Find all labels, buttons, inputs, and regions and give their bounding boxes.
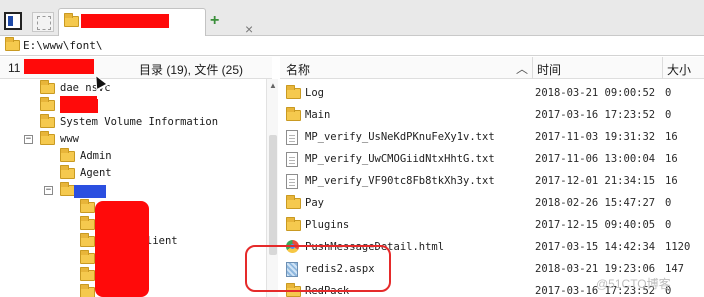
column-size[interactable]: 大小 <box>667 61 691 78</box>
file-name: MP_verify_UwCMOGiidNtxHhtG.txt <box>305 153 495 165</box>
add-tab-button[interactable]: + <box>210 13 219 29</box>
scroll-up-icon[interactable]: ▲ <box>269 81 277 90</box>
folder-icon <box>286 107 301 121</box>
file-size: 1120 <box>665 241 691 253</box>
folder-tree[interactable]: dae nsvc System Volume Information − www… <box>0 79 272 297</box>
text-file-icon <box>286 174 298 189</box>
tree-item-label: Admin <box>80 150 112 162</box>
redacted-tab-label <box>81 14 169 28</box>
file-size: 0 <box>665 219 672 231</box>
folder-icon <box>40 131 55 145</box>
file-name: Log <box>305 87 324 99</box>
folder-icon <box>40 97 55 111</box>
column-name[interactable]: 名称 <box>286 61 310 78</box>
tab-inactive[interactable] <box>32 12 54 32</box>
file-size: 16 <box>665 175 678 187</box>
folder-icon <box>80 233 95 247</box>
file-size: 16 <box>665 131 678 143</box>
tree-item-label: Agent <box>80 167 112 179</box>
file-name: Main <box>305 109 331 121</box>
folder-icon <box>60 165 75 179</box>
folder-icon <box>80 267 95 281</box>
tab-active[interactable]: × <box>58 8 253 36</box>
file-size: 0 <box>665 87 672 99</box>
file-row[interactable]: Log 2018-03-21 09:00:52 0 <box>280 82 704 104</box>
folder-icon <box>80 284 95 297</box>
folder-icon <box>286 195 301 209</box>
text-file-icon <box>286 152 298 167</box>
file-name: MP_verify_UsNeKdPKnuFeXy1v.txt <box>305 131 495 143</box>
folder-icon <box>80 216 95 230</box>
file-time: 2017-12-01 21:34:15 <box>535 175 656 187</box>
file-time: 2017-12-15 09:40:05 <box>535 219 656 231</box>
folder-icon <box>286 217 301 231</box>
file-time: 2017-03-15 14:42:34 <box>535 241 656 253</box>
window-icon[interactable] <box>4 12 22 30</box>
file-row[interactable]: MP_verify_UwCMOGiidNtxHhtG.txt 2017-11-0… <box>280 148 704 170</box>
file-list-header: 名称 ︿ 时间 大小 <box>280 57 704 79</box>
folder-icon <box>40 114 55 128</box>
folder-icon <box>5 37 20 51</box>
tree-summary: 目录 (19), 文件 (25) <box>139 63 244 77</box>
tree-count-prefix: 11 <box>8 61 21 75</box>
file-time: 2018-03-21 09:00:52 <box>535 87 656 99</box>
tree-item-label: lient <box>146 235 178 247</box>
tab-bar: × + <box>0 0 704 36</box>
redacted-count <box>24 59 94 74</box>
redacted-subfolders <box>95 201 149 297</box>
column-divider[interactable] <box>532 57 533 79</box>
file-row[interactable]: MP_verify_VF90tc8Fb8tkXh3y.txt 2017-12-0… <box>280 170 704 192</box>
file-row[interactable]: MP_verify_UsNeKdPKnuFeXy1v.txt 2017-11-0… <box>280 126 704 148</box>
tree-item-label: www <box>60 133 79 145</box>
file-name: MP_verify_VF90tc8Fb8tkXh3y.txt <box>305 175 495 187</box>
folder-icon <box>60 182 75 196</box>
redacted-tree-label <box>74 185 106 198</box>
folder-icon <box>286 85 301 99</box>
scroll-thumb[interactable] <box>269 135 277 255</box>
file-row[interactable]: Main 2017-03-16 17:23:52 0 <box>280 104 704 126</box>
highlight-annotation <box>245 245 391 292</box>
path-bar[interactable]: E:\www\font\ <box>0 36 704 56</box>
column-divider[interactable] <box>662 57 663 79</box>
file-size: 16 <box>665 153 678 165</box>
file-row[interactable]: Plugins 2017-12-15 09:40:05 0 <box>280 214 704 236</box>
tree-item-label: System Volume Information <box>60 116 219 128</box>
file-name: Plugins <box>305 219 350 231</box>
redacted-tree-block <box>60 96 97 110</box>
file-size: 0 <box>665 109 672 121</box>
folder-icon <box>80 199 95 213</box>
column-time[interactable]: 时间 <box>537 61 561 78</box>
folder-icon <box>40 80 55 94</box>
folder-icon <box>60 148 75 162</box>
tree-header: 11 目录 (19), 文件 (25) <box>0 57 272 79</box>
file-size: 0 <box>665 197 672 209</box>
file-time: 2017-11-03 19:31:32 <box>535 131 656 143</box>
file-time: 2018-02-26 15:47:27 <box>535 197 656 209</box>
text-file-icon <box>286 130 298 145</box>
collapse-toggle[interactable]: − <box>44 186 53 195</box>
watermark: @51CTO博客 <box>596 277 671 291</box>
folder-icon <box>64 13 79 27</box>
path-text[interactable]: E:\www\font\ <box>23 39 102 52</box>
file-time: 2017-03-16 17:23:52 <box>535 109 656 121</box>
chevron-up-icon[interactable]: ︿ <box>516 60 528 77</box>
file-time: 2017-11-06 13:00:04 <box>535 153 656 165</box>
file-name: Pay <box>305 197 324 209</box>
file-row[interactable]: Pay 2018-02-26 15:47:27 0 <box>280 192 704 214</box>
collapse-toggle[interactable]: − <box>24 135 33 144</box>
folder-icon <box>80 250 95 264</box>
close-icon[interactable]: × <box>245 22 253 36</box>
